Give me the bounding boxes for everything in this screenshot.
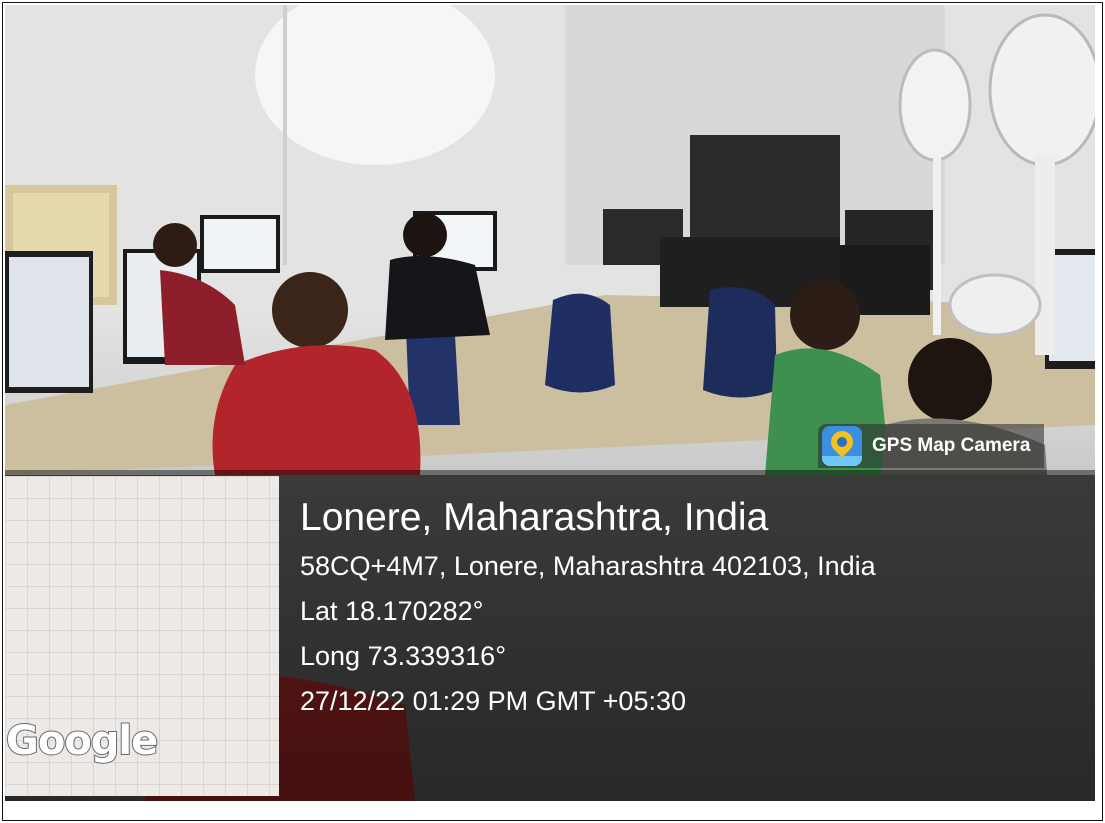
longitude-text: Long 73.339316°	[300, 641, 506, 671]
gps-map-camera-badge: GPS Map Camera	[818, 424, 1045, 468]
latitude-text: Lat 18.170282°	[300, 596, 484, 626]
location-title: Lonere, Maharashtra, India	[300, 496, 769, 539]
location-address: 58CQ+4M7, Lonere, Maharashtra 402103, In…	[300, 551, 876, 581]
google-logo: Google	[5, 717, 159, 765]
badge-label: GPS Map Camera	[872, 435, 1031, 456]
location-info: Lonere, Maharashtra, India 58CQ+4M7, Lon…	[300, 492, 876, 724]
gps-map-camera-icon	[822, 426, 862, 466]
datetime-text: 27/12/22 01:29 PM GMT +05:30	[300, 686, 687, 716]
